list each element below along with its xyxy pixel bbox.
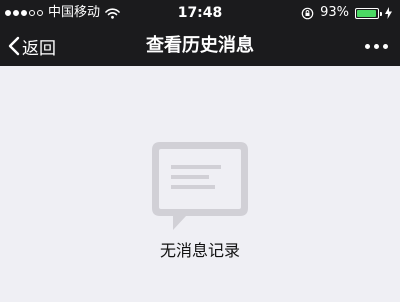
battery-icon [355, 7, 382, 19]
rotation-lock-icon [301, 7, 314, 19]
nav-bar: 返回 查看历史消息 [0, 26, 400, 66]
more-options-icon[interactable] [365, 26, 388, 66]
status-bar: 中国移动 17:48 93% [0, 0, 400, 26]
battery-percent: 93% [320, 5, 349, 20]
empty-state-message: 无消息记录 [159, 241, 240, 260]
charging-bolt-icon [385, 7, 392, 19]
battery-level-fill [357, 9, 376, 17]
page-title: 查看历史消息 [146, 35, 254, 56]
status-right-group: 93% [301, 4, 392, 22]
empty-message-icon [152, 142, 248, 230]
